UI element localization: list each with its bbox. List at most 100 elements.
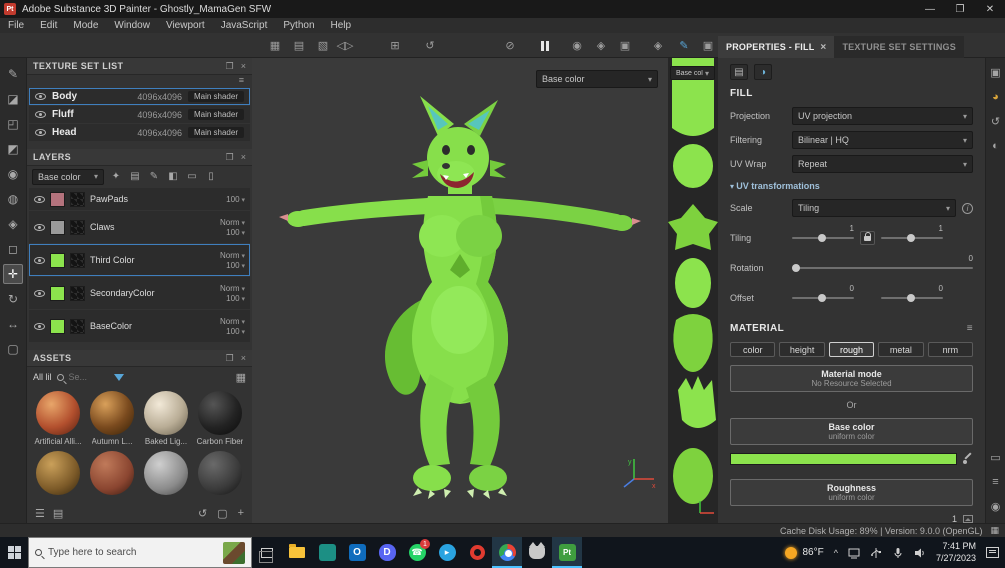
channel-nrm[interactable]: nrm: [927, 342, 974, 357]
slider-knob[interactable]: [818, 234, 826, 242]
base-color-button[interactable]: Base color uniform color: [730, 418, 973, 445]
uv-wrap-dropdown[interactable]: Repeat: [792, 155, 973, 173]
taskbar-outlook[interactable]: O: [342, 537, 372, 568]
menu-help[interactable]: Help: [331, 20, 352, 31]
layer-row-secondarycolor[interactable]: SecondaryColor Norm 100: [29, 277, 250, 309]
shader-settings-icon[interactable]: ◐: [992, 140, 999, 152]
asset-item[interactable]: [141, 450, 191, 496]
display-panel-icon[interactable]: ▭: [990, 451, 1000, 464]
float-panel-icon[interactable]: ❐: [226, 353, 234, 364]
taskbar-search[interactable]: Type here to search: [28, 537, 252, 568]
offset-y-slider[interactable]: 0: [881, 284, 943, 302]
search-highlight-image[interactable]: [223, 541, 245, 564]
menu-mode[interactable]: Mode: [73, 20, 98, 31]
texture-set-row-head[interactable]: Head 4096x4096 Main shader: [29, 124, 250, 141]
add-paint-layer-icon[interactable]: ✎: [147, 171, 161, 182]
help-icon[interactable]: ◉: [991, 500, 1001, 513]
taskbar-whatsapp[interactable]: ☎ 1: [402, 537, 432, 568]
visibility-eye-icon[interactable]: [34, 322, 45, 330]
taskbar-discord[interactable]: D: [372, 537, 402, 568]
task-view-button[interactable]: [252, 537, 282, 568]
menu-javascript[interactable]: JavaScript: [221, 20, 268, 31]
asset-item[interactable]: Artificial Alli...: [33, 391, 83, 447]
slider-knob[interactable]: [907, 294, 915, 302]
layer-blend-mode[interactable]: Norm: [220, 218, 245, 227]
menu-file[interactable]: File: [8, 20, 24, 31]
stamp-icon[interactable]: ◈: [648, 36, 668, 55]
visibility-eye-icon[interactable]: [35, 129, 46, 136]
delete-layer-icon[interactable]: ▯: [204, 171, 218, 182]
taskbar-wolf-app[interactable]: [522, 537, 552, 568]
fill-properties-icon[interactable]: ▤: [730, 64, 748, 80]
close-panel-icon[interactable]: ×: [241, 353, 246, 364]
quick-mask-tool[interactable]: ◻: [3, 239, 23, 259]
add-layer-icon[interactable]: ▤: [128, 171, 142, 182]
tile-horizontal-icon[interactable]: ▤: [289, 36, 309, 55]
texture-set-row-body[interactable]: Body 4096x4096 Main shader: [29, 88, 250, 105]
layer-opacity[interactable]: 100: [226, 228, 245, 237]
viewport-3d[interactable]: Base color ▾ y x: [252, 58, 668, 523]
asset-item[interactable]: [33, 450, 83, 496]
taskbar-chrome[interactable]: [492, 537, 522, 568]
channel-height[interactable]: height: [779, 342, 825, 357]
visibility-eye-icon[interactable]: [35, 111, 46, 118]
menu-edit[interactable]: Edit: [40, 20, 57, 31]
smudge-tool[interactable]: ◉: [3, 164, 23, 184]
float-panel-icon[interactable]: ❐: [226, 152, 234, 163]
filter-icon[interactable]: [113, 373, 124, 381]
projection-tool[interactable]: ◰: [3, 114, 23, 134]
base-color-swatch[interactable]: [730, 453, 957, 465]
channel-metal[interactable]: metal: [878, 342, 924, 357]
eyedropper-icon[interactable]: [963, 454, 973, 464]
add-folder-icon[interactable]: ▭: [185, 171, 199, 182]
visibility-eye-icon[interactable]: [34, 289, 45, 297]
texture-thumbnail-icon[interactable]: [963, 515, 973, 523]
taskbar-telegram[interactable]: ▸: [432, 537, 462, 568]
slider-knob[interactable]: [818, 294, 826, 302]
visibility-eye-icon[interactable]: [35, 93, 46, 100]
layer-blend-mode[interactable]: Norm: [220, 317, 245, 326]
tab-texture-set-settings[interactable]: TEXTURE SET SETTINGS: [834, 36, 964, 58]
eraser-tool[interactable]: ◪: [3, 89, 23, 109]
history-panel-icon[interactable]: ↺: [991, 115, 1000, 128]
slider-knob[interactable]: [907, 234, 915, 242]
show-hidden-icons-chevron[interactable]: ^: [834, 548, 838, 558]
network-icon[interactable]: [848, 547, 860, 559]
history-icon[interactable]: ↺: [420, 36, 440, 55]
material-gun-icon[interactable]: ◈: [591, 36, 611, 55]
layer-row-third-color[interactable]: Third Color Norm 100: [29, 244, 250, 276]
add-asset-icon[interactable]: +: [238, 507, 244, 520]
add-projection-icon[interactable]: ⊞: [385, 36, 405, 55]
tiling-lock-button[interactable]: [860, 231, 875, 245]
environment-sphere-icon[interactable]: ◕: [992, 91, 999, 103]
projection-dropdown[interactable]: UV projection: [792, 107, 973, 125]
channel-rough[interactable]: rough: [828, 342, 875, 357]
menu-viewport[interactable]: Viewport: [166, 20, 205, 31]
taskbar-app-teal[interactable]: [312, 537, 342, 568]
close-button[interactable]: ✕: [975, 0, 1005, 18]
pencil-mode-icon[interactable]: ✎: [674, 36, 694, 55]
float-panel-icon[interactable]: ❐: [226, 61, 234, 72]
start-button[interactable]: [0, 537, 28, 568]
settings-sliders-icon[interactable]: ≡: [992, 476, 998, 488]
library-selector[interactable]: All lil: [33, 372, 52, 382]
menu-python[interactable]: Python: [283, 20, 314, 31]
pan-tool[interactable]: ✛: [3, 264, 23, 284]
asset-item[interactable]: [87, 450, 137, 496]
tile-vertical-icon[interactable]: ▧: [313, 36, 333, 55]
view2d-channel-dropdown[interactable]: Base col...: [670, 66, 715, 80]
material-options-icon[interactable]: ≡: [967, 323, 973, 334]
taskbar-substance-painter[interactable]: Pt: [552, 537, 582, 568]
layer-blend-mode[interactable]: Norm: [220, 251, 245, 260]
tiling-y-slider[interactable]: 1: [881, 224, 943, 242]
rotate-tool[interactable]: ↻: [3, 289, 23, 309]
pause-engine-icon[interactable]: [535, 36, 555, 55]
display-settings-icon[interactable]: ▣: [990, 66, 1000, 79]
taskbar-file-explorer[interactable]: [282, 537, 312, 568]
usb-icon[interactable]: [870, 547, 882, 559]
asset-item[interactable]: [195, 450, 245, 496]
texture-set-options-icon[interactable]: ≡: [239, 75, 244, 87]
rotation-slider[interactable]: 0: [792, 254, 973, 272]
render-camera-icon[interactable]: ▣: [615, 36, 635, 55]
spray-icon[interactable]: ◉: [567, 36, 587, 55]
